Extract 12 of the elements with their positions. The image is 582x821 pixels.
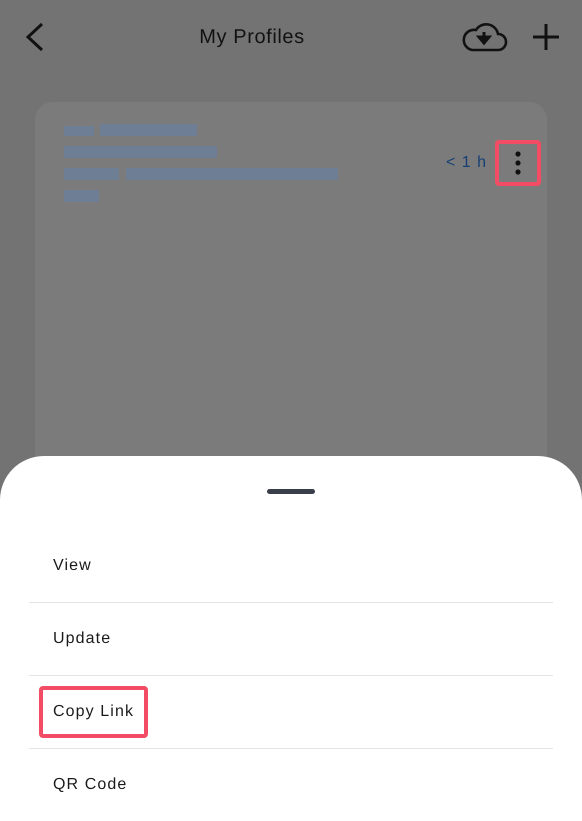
updated-time: < 1 h [446, 153, 487, 173]
menu-item[interactable]: Update [39, 613, 126, 665]
vertical-dots-icon [515, 151, 521, 175]
more-options-button[interactable] [495, 140, 541, 186]
cloud-download-icon[interactable] [460, 22, 508, 52]
drag-handle[interactable] [267, 489, 315, 494]
menu-item[interactable]: Copy Link [39, 686, 148, 738]
menu-item[interactable]: View [39, 540, 106, 592]
back-button[interactable] [24, 22, 44, 52]
add-icon[interactable] [532, 23, 560, 51]
page-title: My Profiles [199, 26, 305, 48]
menu-item[interactable]: QR Code [39, 759, 142, 811]
